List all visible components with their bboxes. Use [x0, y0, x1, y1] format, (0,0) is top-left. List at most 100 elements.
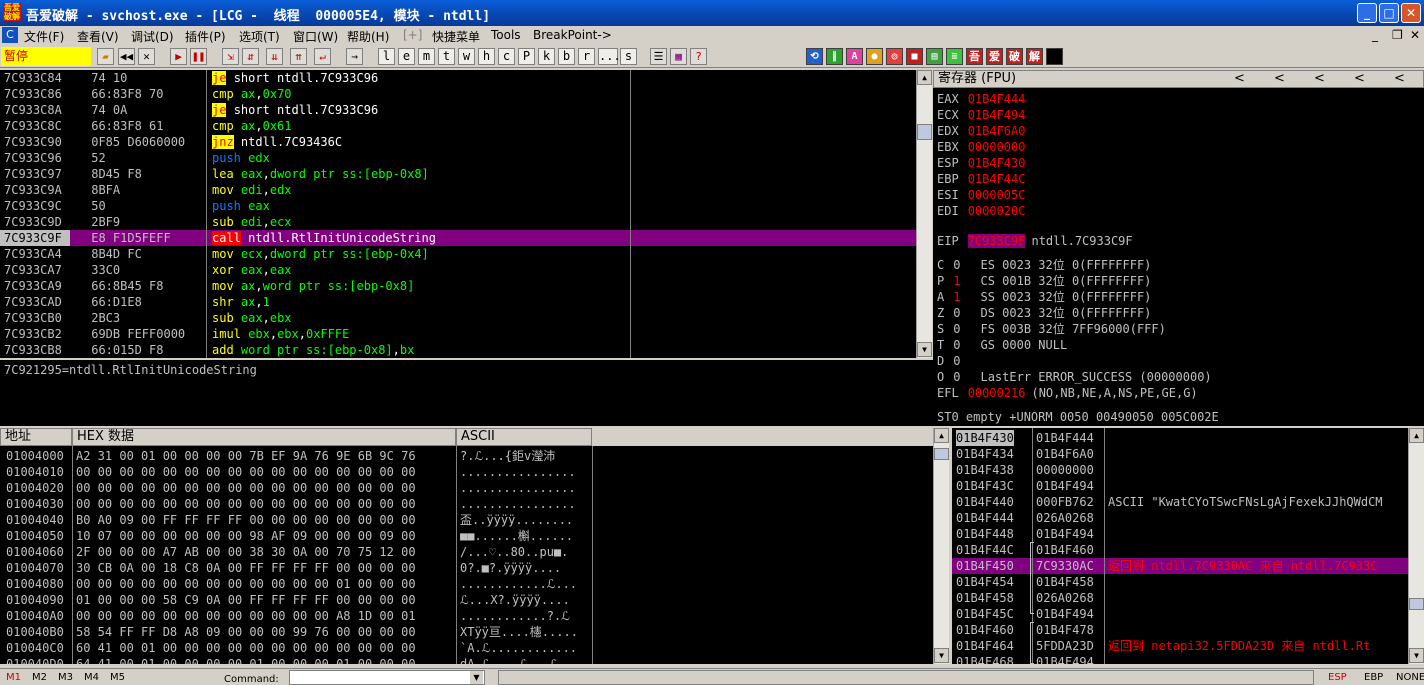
references-window-button[interactable]: r [578, 48, 595, 65]
register-row[interactable]: ESP 01B4F430 [937, 155, 1025, 171]
reg-arrow-1[interactable]: < [1234, 71, 1245, 87]
disasm-row[interactable]: 7C933C90 0F85 D6060000 jnz ntdll.7C93436C [0, 134, 916, 150]
trace-over-icon[interactable]: ⇈ [290, 48, 307, 65]
dump-row[interactable]: 01004040 B0 A0 09 00 FF FF FF FF 00 00 00… [0, 512, 933, 528]
reg-arrow-5[interactable]: < [1394, 71, 1405, 87]
scroll-thumb[interactable] [917, 124, 932, 140]
dump-row[interactable]: 01004070 30 CB 0A 00 18 C8 0A 00 FF FF FF… [0, 560, 933, 576]
patches-window-button[interactable]: P [518, 48, 535, 65]
handles-window-button[interactable]: h [478, 48, 495, 65]
pause-plugin-icon[interactable]: ∥ [826, 48, 843, 65]
menu-tools[interactable]: Tools [491, 28, 521, 42]
flag-row[interactable]: S 0 FS 003B 32位 7FF96000(FFF) [937, 321, 1166, 337]
list-plugin-icon[interactable]: ≡ [946, 48, 963, 65]
dump-row[interactable]: 01004090 01 00 00 00 58 C9 0A 00 FF FF FF… [0, 592, 933, 608]
menu-options[interactable]: 选项(T) [239, 28, 280, 45]
stack-row[interactable]: 01B4F430 01B4F444 [952, 430, 1408, 446]
menu-debug[interactable]: 调试(D) [131, 28, 174, 45]
mark-m2[interactable]: M2 [32, 672, 47, 683]
stack-row[interactable]: 01B4F43C 01B4F494 [952, 478, 1408, 494]
disasm-row[interactable]: 7C933CA4 8B4D FC mov ecx,dword ptr ss:[eb… [0, 246, 916, 262]
dump-scroll-up-icon[interactable]: ▲ [934, 428, 949, 443]
menu-breakpoint[interactable]: BreakPoint-> [533, 28, 612, 42]
flag-row[interactable]: C 0 ES 0023 32位 0(FFFFFFFF) [937, 257, 1151, 273]
stack-row[interactable]: 01B4F450 7C9330AC 返回到 ntdll.7C9330AC 来自 nt… [952, 558, 1408, 574]
stack-pane[interactable]: 01B4F430 01B4F444 01B4F434 01B4F6A0 01B4F438… [952, 428, 1408, 664]
wu-plugin-icon[interactable]: 吾 [966, 48, 983, 65]
stack-scroll-down-icon[interactable]: ▼ [1409, 648, 1424, 663]
dump-row[interactable]: 01004020 00 00 00 00 00 00 00 00 00 00 00… [0, 480, 933, 496]
disasm-row[interactable]: 7C933C97 8D45 F8 lea eax,dword ptr ss:[eb… [0, 166, 916, 182]
disasm-row[interactable]: 7C933C9C 50 push eax [0, 198, 916, 214]
reg-arrow-2[interactable]: < [1274, 71, 1285, 87]
stack-row[interactable]: 01B4F438 00000000 [952, 462, 1408, 478]
eip-row[interactable]: EIP 7C933C9F ntdll.7C933C9F [937, 233, 1133, 249]
register-row[interactable]: ECX 01B4F494 [937, 107, 1025, 123]
status-ebp[interactable]: EBP [1364, 672, 1383, 683]
dump-header-ascii[interactable]: ASCII [456, 428, 592, 446]
dump-row[interactable]: 01004010 00 00 00 00 00 00 00 00 00 00 00… [0, 464, 933, 480]
console-icon[interactable]: ▤ [926, 48, 943, 65]
refresh-icon[interactable]: ⟲ [806, 48, 823, 65]
disasm-scrollbar[interactable]: ▲ ▼ [916, 70, 932, 358]
source-window-button[interactable]: s [620, 48, 637, 65]
disassembly-pane[interactable]: 7C933C84 74 10 je short ntdll.7C933C96 7C9… [0, 70, 916, 358]
disasm-row[interactable]: 7C933C8A 74 0A je short ntdll.7C933C96 [0, 102, 916, 118]
mark-m3[interactable]: M3 [58, 672, 73, 683]
jie-plugin-icon[interactable]: 解 [1026, 48, 1043, 65]
close-button[interactable]: ✕ [1401, 3, 1421, 23]
dump-scrollbar[interactable]: ▲ ▼ [933, 428, 949, 664]
cpu-window-icon[interactable]: C [2, 27, 18, 43]
disasm-row[interactable]: 7C933C9F E8 F1D5FEFF call ntdll.RtlInitUn… [0, 230, 916, 246]
efl-row[interactable]: EFL 00000216 (NO,NB,NE,A,NS,PE,GE,G) [937, 385, 1198, 401]
status-none[interactable]: NONE [1396, 672, 1424, 683]
cpu-window-button[interactable]: c [498, 48, 515, 65]
status-esp[interactable]: ESP [1328, 672, 1347, 683]
scroll-up-icon[interactable]: ▲ [917, 70, 932, 85]
disasm-row[interactable]: 7C933CA7 33C0 xor eax,eax [0, 262, 916, 278]
stack-row[interactable]: 01B4F468 01B4F494 [952, 654, 1408, 664]
register-row[interactable]: EBX 00000000 [937, 139, 1025, 155]
disasm-row[interactable]: 7C933C8C 66:83F8 61 cmp ax,0x61 [0, 118, 916, 134]
dump-row[interactable]: 01004080 00 00 00 00 00 00 00 00 00 00 00… [0, 576, 933, 592]
stack-row[interactable]: 01B4F45C 01B4F494 [952, 606, 1408, 622]
register-row[interactable]: EDI 0000020C [937, 203, 1025, 219]
help-icon[interactable]: ? [690, 48, 707, 65]
callstack-window-button[interactable]: k [538, 48, 555, 65]
mark-m1[interactable]: M1 [6, 672, 21, 683]
dump-header-address[interactable]: 地址 [0, 428, 72, 446]
disasm-row[interactable]: 7C933CAD 66:D1E8 shr ax,1 [0, 294, 916, 310]
open-icon[interactable]: ▰ [97, 48, 114, 65]
record-icon[interactable]: ● [866, 48, 883, 65]
modules-window-button[interactable]: e [398, 48, 415, 65]
dump-row[interactable]: 01004000 A2 31 00 01 00 00 00 00 7B EF 9A… [0, 448, 933, 464]
dump-row[interactable]: 010040B0 58 54 FF FF D8 A8 09 00 00 00 99… [0, 624, 933, 640]
close-debug-icon[interactable]: ✕ [138, 48, 155, 65]
menu-file[interactable]: 文件(F) [24, 28, 64, 45]
stack-row[interactable]: 01B4F440 000FB762 ASCII "KwatCYoTSwcFNsLgA… [952, 494, 1408, 510]
dump-row[interactable]: 01004060 2F 00 00 00 A7 AB 00 00 38 30 0A… [0, 544, 933, 560]
stack-row[interactable]: 01B4F454 01B4F458 [952, 574, 1408, 590]
maximize-button[interactable]: □ [1379, 3, 1399, 23]
menu-help[interactable]: 帮助(H) [347, 28, 389, 45]
run-trace-button[interactable]: ... [598, 48, 621, 65]
scroll-down-icon[interactable]: ▼ [917, 342, 932, 357]
stack-scroll-thumb[interactable] [1409, 598, 1424, 610]
dump-row[interactable]: 010040C0 60 41 00 01 00 00 00 00 00 00 00… [0, 640, 933, 656]
target-icon[interactable]: ◎ [886, 48, 903, 65]
menu-shortcut[interactable]: 快捷菜单 [432, 28, 480, 45]
dump-header-hex[interactable]: HEX 数据 [72, 428, 456, 446]
reg-arrow-4[interactable]: < [1354, 71, 1365, 87]
dump-pane[interactable]: 01004000 A2 31 00 01 00 00 00 00 7B EF 9A… [0, 446, 933, 664]
mdi-restore-icon[interactable]: ❐ [1392, 28, 1403, 42]
log-window-button[interactable]: l [378, 48, 395, 65]
menu-expand[interactable]: [+] [403, 28, 422, 42]
reg-arrow-3[interactable]: < [1314, 71, 1325, 87]
disasm-row[interactable]: 7C933CB2 69DB FEFF0000 imul ebx,ebx,0xFFF… [0, 326, 916, 342]
flag-row[interactable]: O 0 LastErr ERROR_SUCCESS (00000000) [937, 369, 1212, 385]
windows-window-button[interactable]: w [458, 48, 475, 65]
menu-window[interactable]: 窗口(W) [293, 28, 338, 45]
dump-row[interactable]: 010040A0 00 00 00 00 00 00 00 00 00 00 00… [0, 608, 933, 624]
pause-icon[interactable]: ❚❚ [190, 48, 207, 65]
disasm-row[interactable]: 7C933CA9 66:8B45 F8 mov ax,word ptr ss:[e… [0, 278, 916, 294]
